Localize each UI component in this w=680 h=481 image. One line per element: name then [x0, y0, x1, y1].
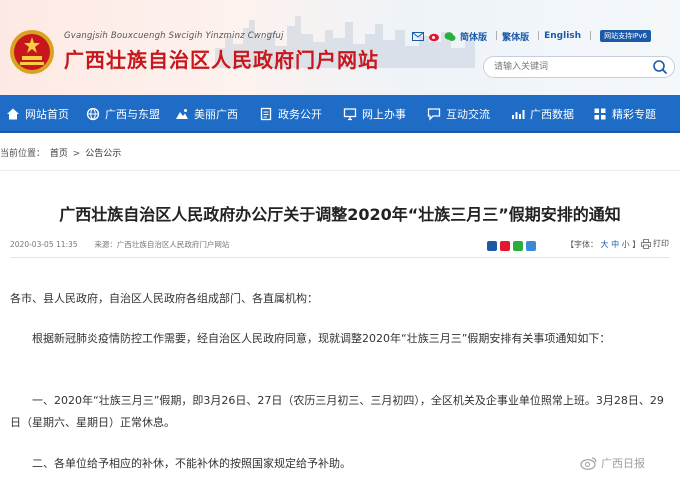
breadcrumb-section-link[interactable]: 公告公示	[85, 149, 121, 159]
globe-icon	[86, 107, 100, 121]
nav-item-label: 广西与东盟	[105, 108, 160, 121]
site-title[interactable]: 广西壮族自治区人民政府门户网站	[64, 44, 379, 73]
nav-item-label: 网站首页	[25, 108, 69, 121]
grid-icon	[594, 108, 606, 120]
watermark-text: 广西日报	[601, 457, 645, 470]
search-input[interactable]	[494, 60, 644, 74]
article-meta: 2020-03-05 11:35 来源：广西壮族自治区人民政府门户网站	[10, 239, 229, 250]
home-icon	[7, 108, 19, 120]
article-title: 广西壮族自治区人民政府办公厅关于调整2020年“壮族三月三”假期安排的通知	[59, 205, 621, 224]
print-button[interactable]: 打印	[641, 238, 669, 249]
nav-item-label: 美丽广西	[194, 108, 238, 121]
article-paragraph: 一、2020年“壮族三月三”假期，即3月26日、27日（农历三月初三、三月初四）…	[10, 394, 664, 429]
nav-item-asean[interactable]: 广西与东盟	[86, 95, 160, 133]
ipv6-badge: 网站支持IPv6	[600, 30, 651, 42]
top-links: 简体版 | 繁体版 | English | 网站支持IPv6	[412, 29, 651, 43]
font-size-close: 】	[632, 240, 641, 249]
font-size-medium[interactable]: 中	[611, 240, 619, 249]
nav-item-beautiful-guangxi[interactable]: 美丽广西	[175, 95, 238, 133]
simplified-link[interactable]: 简体版	[460, 30, 487, 43]
document-icon	[260, 107, 272, 121]
link-separator: |	[589, 31, 593, 41]
article-card: 广西壮族自治区人民政府办公厅关于调整2020年“壮族三月三”假期安排的通知 20…	[0, 170, 680, 481]
font-size-label: 【字体：	[566, 240, 598, 249]
nav-item-government-affairs[interactable]: 政务公开	[259, 95, 322, 133]
site-header: Gvangjsih Bouxcuengh Swcigih Yinzminz Cw…	[0, 0, 680, 95]
nav-item-home[interactable]: 网站首页	[6, 95, 69, 133]
article-paragraph: 根据新冠肺炎疫情防控工作需要，经自治区人民政府同意，现就调整2020年“壮族三月…	[32, 332, 611, 345]
nav-item-guangxi-data[interactable]: 广西数据	[511, 95, 574, 133]
chart-icon	[512, 110, 525, 119]
article-salutation: 各市、县人民政府，自治区人民政府各组成部门、各直属机构：	[10, 292, 318, 305]
mail-icon[interactable]	[412, 31, 424, 42]
national-emblem-icon	[10, 30, 54, 74]
landscape-icon	[176, 109, 188, 119]
nav-item-online-services[interactable]: 网上办事	[343, 95, 406, 133]
search-box	[483, 56, 675, 78]
nav-item-label: 政务公开	[278, 108, 322, 121]
share-qzone-icon[interactable]	[487, 241, 497, 251]
link-separator: |	[495, 31, 499, 41]
share-buttons	[487, 241, 536, 251]
nav-item-label: 网上办事	[362, 108, 406, 121]
share-qq-icon[interactable]	[526, 241, 536, 251]
breadcrumb-arrow: >	[72, 149, 81, 159]
nav-item-interaction[interactable]: 互动交流	[427, 95, 490, 133]
article-paragraph: 二、各单位给予相应的补休，不能补休的按照国家规定给予补助。	[32, 457, 351, 470]
weibo-watermark: 广西日报	[580, 455, 645, 471]
nav-item-label: 精彩专题	[612, 108, 656, 121]
publish-date: 2020-03-05 11:35	[10, 240, 78, 249]
font-size-small[interactable]: 小	[622, 240, 630, 249]
site-subtitle: Gvangjsih Bouxcuengh Swcigih Yinzminz Cw…	[64, 31, 284, 41]
chat-icon	[427, 108, 441, 121]
breadcrumb-home-link[interactable]: 首页	[50, 149, 68, 159]
main-nav: 网站首页 广西与东盟 美丽广西 政务公开 网上办事 互动交流 广西数据 精彩专题	[0, 95, 680, 133]
nav-item-label: 广西数据	[530, 108, 574, 121]
weibo-icon[interactable]	[428, 31, 440, 42]
english-link[interactable]: English	[544, 31, 581, 41]
breadcrumb-prefix: 当前位置：	[0, 149, 46, 159]
font-size-control: 【字体： 大 中 小 】	[566, 239, 640, 250]
share-wechat-icon[interactable]	[513, 241, 523, 251]
print-label: 打印	[653, 239, 669, 248]
search-icon[interactable]	[652, 59, 668, 75]
wechat-icon[interactable]	[444, 31, 456, 42]
computer-icon	[343, 108, 357, 121]
article-source: 来源：广西壮族自治区人民政府门户网站	[94, 240, 230, 249]
link-separator: |	[537, 31, 541, 41]
weibo-icon	[580, 457, 597, 470]
traditional-link[interactable]: 繁体版	[502, 30, 529, 43]
nav-item-label: 互动交流	[446, 108, 490, 121]
nav-item-special-topics[interactable]: 精彩专题	[593, 95, 656, 133]
printer-icon	[641, 238, 651, 249]
meta-divider	[10, 257, 670, 258]
breadcrumb: 当前位置： 首页 > 公告公示	[0, 146, 123, 159]
share-weibo-icon[interactable]	[500, 241, 510, 251]
font-size-large[interactable]: 大	[601, 240, 609, 249]
